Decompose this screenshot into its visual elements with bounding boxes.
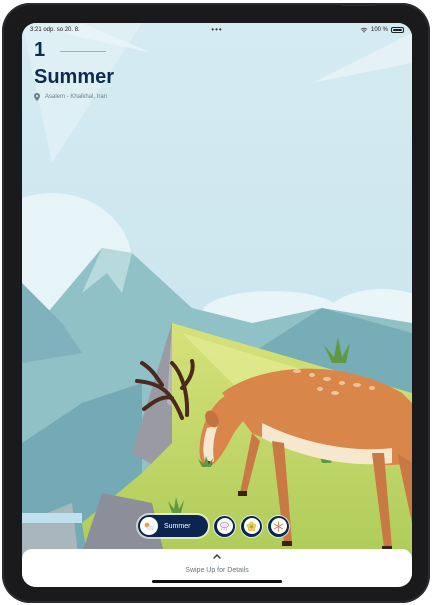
snowflake-icon bbox=[270, 518, 287, 534]
hardware-button bbox=[342, 3, 376, 6]
season-number: 1 bbox=[34, 39, 46, 61]
season-button-winter[interactable] bbox=[268, 515, 289, 537]
location-text: Asalem - Khalkhal, Iran bbox=[45, 94, 108, 100]
status-right: 100 % bbox=[360, 27, 404, 33]
sun-cloud-icon bbox=[140, 517, 158, 535]
battery-percent: 100 % bbox=[370, 27, 388, 33]
flower-icon bbox=[243, 518, 260, 534]
season-button-label: Summer bbox=[164, 522, 191, 530]
status-time: 3:21 odp. so 20. 8. bbox=[30, 27, 80, 33]
tablet-frame: 3:21 odp. so 20. 8. ••• 100 % 1 Summer A… bbox=[2, 3, 430, 603]
swipe-hint: Swipe Up for Details bbox=[185, 567, 249, 574]
cloud-rain-icon bbox=[216, 518, 233, 534]
wifi-icon bbox=[360, 27, 368, 33]
season-selector: Summer bbox=[138, 515, 289, 537]
details-sheet[interactable]: Swipe Up for Details bbox=[22, 549, 412, 587]
number-divider bbox=[60, 51, 106, 52]
season-button-spring[interactable] bbox=[241, 515, 262, 537]
location-pin-icon bbox=[34, 93, 40, 101]
app-screen: 3:21 odp. so 20. 8. ••• 100 % 1 Summer A… bbox=[22, 23, 412, 587]
chevron-up-icon[interactable] bbox=[213, 553, 221, 559]
battery-icon bbox=[391, 27, 404, 33]
season-button-summer[interactable]: Summer bbox=[138, 515, 208, 537]
home-indicator[interactable] bbox=[152, 580, 282, 583]
status-bar: 3:21 odp. so 20. 8. ••• 100 % bbox=[30, 25, 404, 38]
season-title: Summer bbox=[34, 66, 115, 88]
location-row: Asalem - Khalkhal, Iran bbox=[34, 93, 107, 101]
summer-illustration bbox=[22, 23, 412, 587]
season-button-autumn[interactable] bbox=[214, 515, 235, 537]
multitasking-dots[interactable]: ••• bbox=[211, 25, 222, 34]
